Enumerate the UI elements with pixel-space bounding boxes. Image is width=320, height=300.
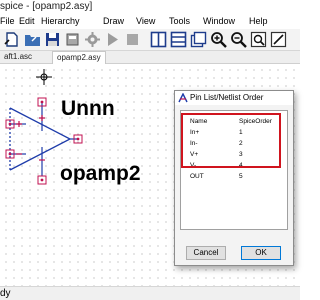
zoom-in-icon[interactable] [210, 31, 227, 48]
open-folder-icon[interactable] [24, 31, 41, 48]
zoom-fit-icon[interactable] [250, 31, 267, 48]
ok-button[interactable]: OK [241, 246, 281, 260]
origin-marker [36, 69, 52, 85]
menu-edit[interactable]: Edit [19, 14, 35, 28]
status-bar: dy [0, 286, 300, 300]
dialog-title: Pin List/Netlist Order [190, 93, 264, 102]
pan-icon[interactable] [270, 31, 287, 48]
pin-order: 5 [239, 173, 243, 180]
gear-icon[interactable] [84, 31, 101, 48]
document-tabs: aft1.asc opamp2.asy [0, 51, 300, 64]
status-text: dy [0, 288, 11, 299]
tile-horizontal-icon[interactable] [170, 31, 187, 48]
symbol-name-label[interactable]: opamp2 [60, 162, 141, 186]
cascade-icon[interactable] [190, 31, 207, 48]
tab-opamp2[interactable]: opamp2.asy [52, 51, 106, 64]
tile-vertical-icon[interactable] [150, 31, 167, 48]
tab-aft1[interactable]: aft1.asc [0, 51, 36, 64]
run-icon[interactable] [104, 31, 121, 48]
instance-name-label[interactable]: Unnn [61, 97, 115, 121]
menu-view[interactable]: View [136, 14, 155, 28]
ltspice-app-icon [178, 93, 188, 103]
window-title: spice - [opamp2.asy] [0, 1, 93, 12]
menu-window[interactable]: Window [203, 14, 235, 28]
dialog-title-bar[interactable]: Pin List/Netlist Order [175, 91, 293, 105]
menu-draw[interactable]: Draw [103, 14, 124, 28]
toolbar [0, 29, 300, 51]
menu-file[interactable]: File [0, 14, 15, 28]
new-schematic-icon[interactable] [4, 31, 21, 48]
table-row[interactable]: OUT 5 [181, 172, 287, 181]
cancel-button[interactable]: Cancel [186, 246, 226, 260]
menu-tools[interactable]: Tools [169, 14, 190, 28]
title-bar: spice - [opamp2.asy] [0, 0, 300, 14]
pin-name: OUT [190, 173, 204, 180]
menu-bar: File Edit Hierarchy Draw View Tools Wind… [0, 14, 300, 28]
control-panel-icon[interactable] [64, 31, 81, 48]
halt-icon[interactable] [124, 31, 141, 48]
highlight-box [181, 113, 281, 168]
pin-list-dialog: Pin List/Netlist Order Name SpiceOrder I… [174, 90, 294, 266]
menu-hierarchy[interactable]: Hierarchy [41, 14, 80, 28]
save-icon[interactable] [44, 31, 61, 48]
menu-help[interactable]: Help [249, 14, 268, 28]
zoom-out-icon[interactable] [230, 31, 247, 48]
